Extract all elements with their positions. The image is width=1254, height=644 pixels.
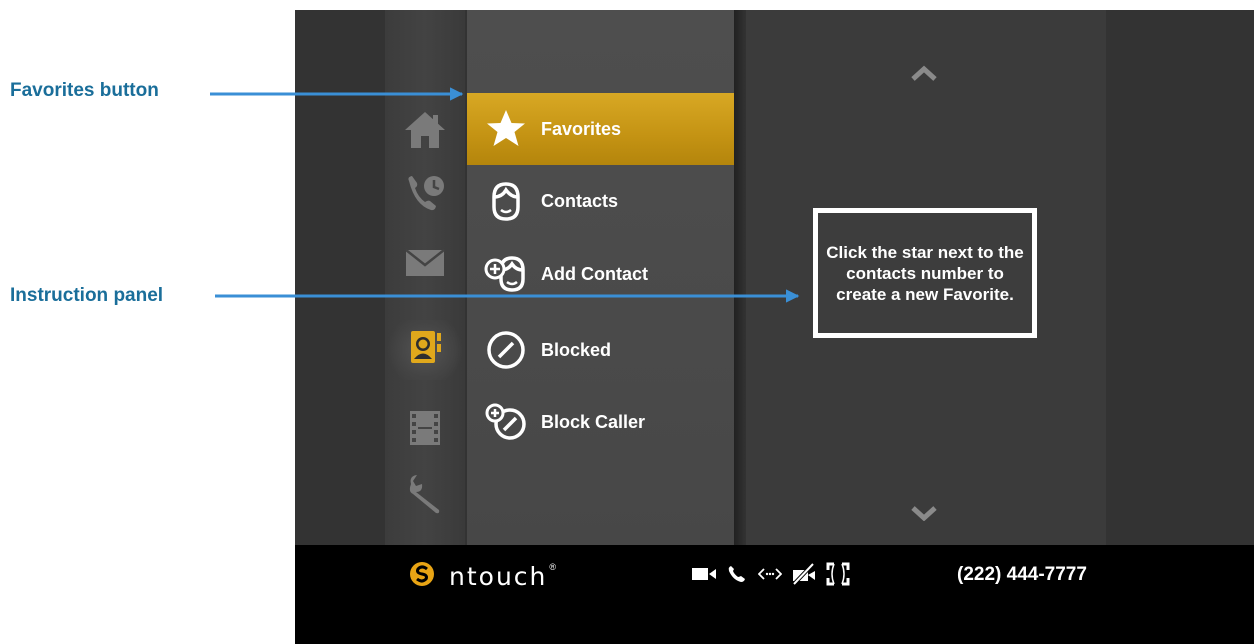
brand-logo: ntouch ® bbox=[409, 561, 556, 592]
instruction-panel: Click the star next to the contacts numb… bbox=[813, 208, 1037, 338]
brand-registered-mark: ® bbox=[549, 561, 557, 572]
film-icon bbox=[405, 408, 445, 453]
call-history-icon bbox=[403, 173, 447, 218]
menu-item-label: Block Caller bbox=[541, 411, 646, 432]
menu-shadow bbox=[734, 10, 746, 545]
rail-item-video[interactable] bbox=[385, 400, 465, 460]
menu-item-block-caller[interactable]: Block Caller bbox=[467, 386, 734, 458]
contact-face-icon bbox=[483, 178, 529, 224]
rail-item-call-history[interactable] bbox=[385, 165, 465, 225]
camera-privacy-icon bbox=[789, 559, 819, 589]
block-caller-icon bbox=[483, 399, 529, 445]
star-icon bbox=[483, 106, 529, 152]
contacts-book-icon bbox=[403, 326, 447, 375]
chevron-up-icon bbox=[911, 65, 937, 86]
rail-item-contacts[interactable] bbox=[385, 320, 465, 380]
menu-item-label: Favorites bbox=[541, 118, 622, 139]
fullscreen-icon bbox=[823, 559, 853, 589]
menu-item-label: Contacts bbox=[541, 190, 619, 211]
wrench-icon bbox=[403, 472, 447, 521]
home-icon bbox=[403, 110, 447, 155]
scroll-down-button[interactable] bbox=[904, 500, 944, 530]
rail-item-messages[interactable] bbox=[385, 235, 465, 295]
instruction-text: Click the star next to the contacts numb… bbox=[826, 242, 1024, 304]
status-bar: ntouch ® (222) 444-7777 bbox=[295, 545, 1254, 644]
contacts-menu: Favorites Contacts Add Contact Blocked B… bbox=[467, 10, 734, 545]
favorites-button-callout: Favorites button bbox=[10, 80, 159, 101]
menu-item-label: Add Contact bbox=[541, 263, 648, 284]
menu-item-add-contact[interactable]: Add Contact bbox=[467, 238, 734, 310]
chevron-down-icon bbox=[911, 505, 937, 526]
rail-item-home[interactable] bbox=[385, 102, 465, 162]
menu-item-blocked[interactable]: Blocked bbox=[467, 314, 734, 386]
menu-item-favorites[interactable]: Favorites bbox=[467, 93, 734, 165]
menu-item-label: Blocked bbox=[541, 339, 612, 360]
menu-item-contacts[interactable]: Contacts bbox=[467, 165, 734, 237]
scroll-up-button[interactable] bbox=[904, 60, 944, 90]
add-contact-icon bbox=[483, 251, 529, 297]
instruction-panel-callout: Instruction panel bbox=[10, 285, 164, 306]
blocked-icon bbox=[483, 327, 529, 373]
device-screen: Favorites Contacts Add Contact Blocked B… bbox=[295, 10, 1254, 644]
phone-number: (222) 444-7777 bbox=[957, 564, 1087, 585]
rail-item-settings[interactable] bbox=[385, 466, 465, 526]
brand-s-logo-icon bbox=[409, 561, 435, 592]
nav-rail bbox=[385, 10, 465, 545]
phone-icon bbox=[722, 559, 752, 589]
video-camera-icon bbox=[689, 559, 719, 589]
brand-name: ntouch bbox=[449, 562, 548, 591]
envelope-icon bbox=[403, 246, 447, 285]
connection-icon bbox=[755, 559, 785, 589]
